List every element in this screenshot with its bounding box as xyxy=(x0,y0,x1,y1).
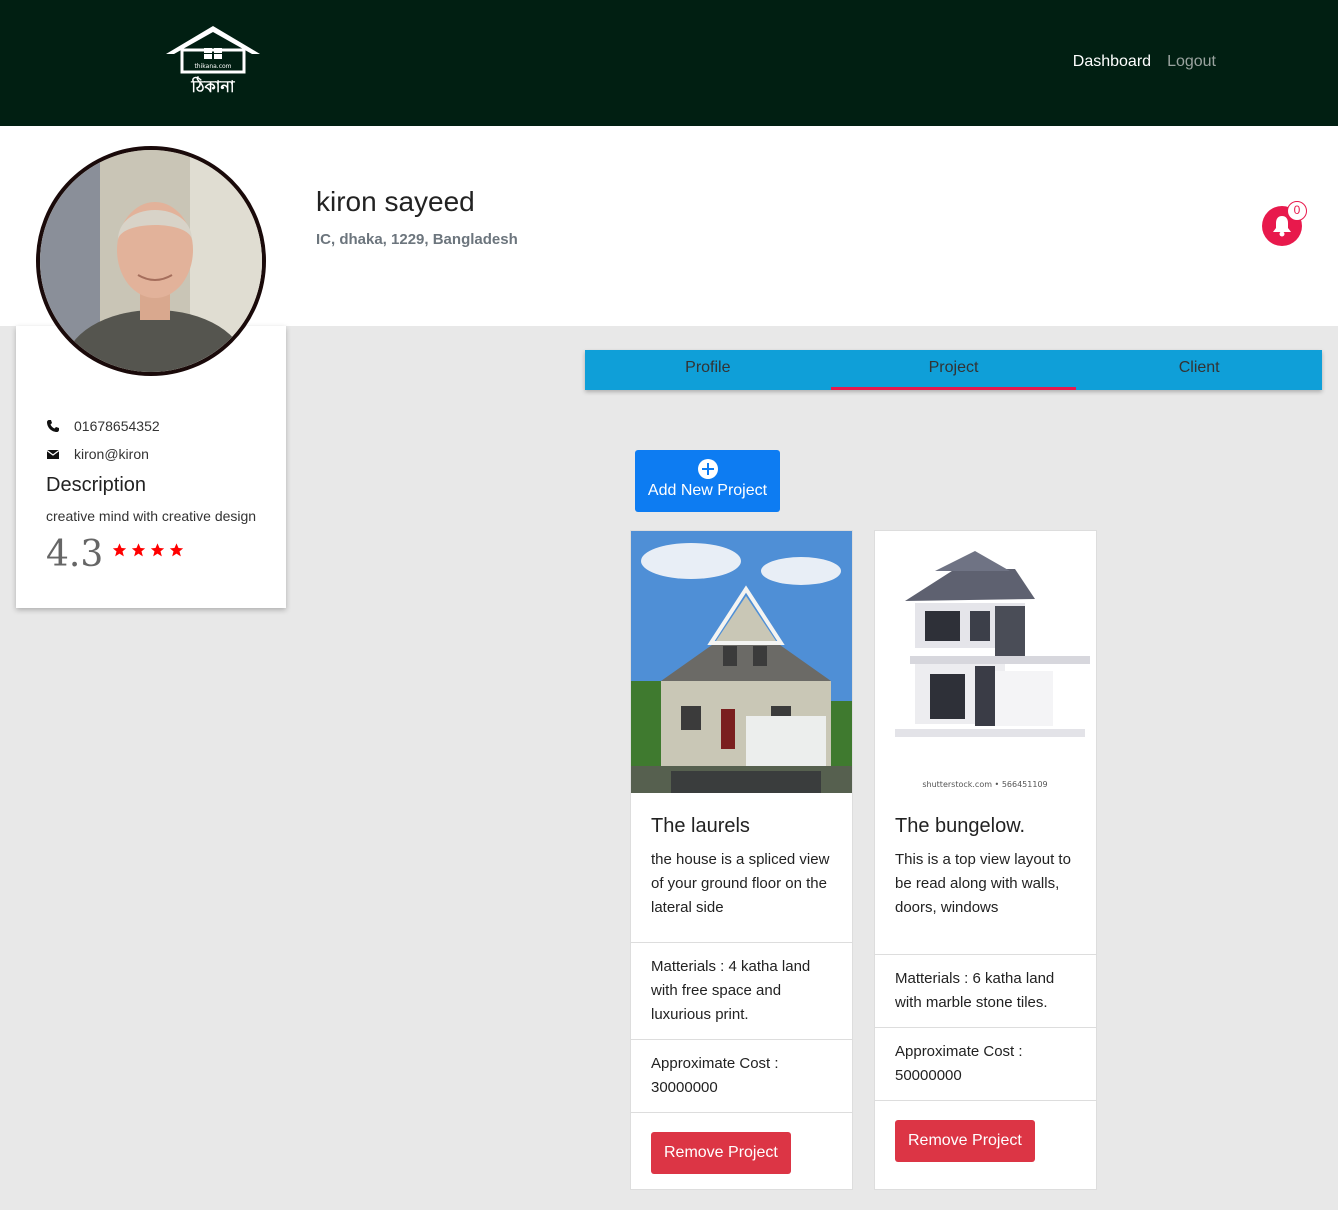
profile-name: kiron sayeed xyxy=(316,186,475,217)
project-materials: Matterials : 4 katha land with free spac… xyxy=(631,942,852,1039)
project-description: the house is a spliced view of your grou… xyxy=(651,851,830,916)
nav-dashboard-link[interactable]: Dashboard xyxy=(1073,53,1151,71)
project-body: The bungelow. This is a top view layout … xyxy=(875,793,1096,920)
phone-number: 01678654352 xyxy=(74,418,160,434)
remove-project-button[interactable]: Remove Project xyxy=(895,1120,1035,1162)
project-card: shutterstock.com • 566451109 The bungelo… xyxy=(874,530,1097,1190)
nav-logout-link[interactable]: Logout xyxy=(1167,53,1216,71)
star-icon xyxy=(170,542,184,556)
project-materials: Matterials : 6 katha land with marble st… xyxy=(875,954,1096,1027)
description-text: creative mind with creative design xyxy=(46,508,257,524)
svg-text:shutterstock.com • 566451109: shutterstock.com • 566451109 xyxy=(922,780,1047,789)
phone-icon xyxy=(47,420,59,432)
tab-project[interactable]: Project xyxy=(830,350,1077,390)
avatar xyxy=(36,146,266,376)
rating-value: 4.3 xyxy=(46,534,104,575)
remove-project-button[interactable]: Remove Project xyxy=(651,1132,791,1174)
project-title: The bungelow. xyxy=(895,815,1026,837)
add-project-label: Add New Project xyxy=(647,482,768,499)
star-icon xyxy=(151,542,165,556)
phone-row: 01678654352 xyxy=(46,418,160,434)
star-icon xyxy=(113,542,127,556)
email-address: kiron@kiron xyxy=(74,446,149,462)
envelope-icon xyxy=(46,450,60,459)
rating: 4.3 xyxy=(46,534,185,575)
project-image xyxy=(631,531,852,793)
bungalow-render: shutterstock.com • 566451109 xyxy=(875,531,1096,793)
profile-tabs: Profile Project Client xyxy=(585,350,1322,390)
house-photo xyxy=(631,531,852,793)
site-logo[interactable]: thikana.com ঠিকানা xyxy=(160,22,266,100)
svg-text:thikana.com: thikana.com xyxy=(194,63,231,70)
profile-address: IC, dhaka, 1229, Bangladesh xyxy=(316,231,518,248)
notification-count-badge: 0 xyxy=(1287,201,1307,221)
project-actions: Remove Project xyxy=(875,1100,1096,1174)
avatar-photo xyxy=(40,150,262,372)
plus-circle-icon xyxy=(697,459,718,479)
project-body: The laurels the house is a spliced view … xyxy=(631,793,852,920)
house-logo-icon: thikana.com xyxy=(166,26,260,74)
star-icon xyxy=(132,542,146,556)
bell-icon xyxy=(1273,216,1291,237)
project-image: shutterstock.com • 566451109 xyxy=(875,531,1096,793)
nav-links: Dashboard Logout xyxy=(1073,53,1216,71)
description-title: Description xyxy=(46,474,147,496)
project-card: The laurels the house is a spliced view … xyxy=(630,530,853,1190)
project-cost: Approximate Cost : 30000000 xyxy=(631,1039,852,1112)
tab-client[interactable]: Client xyxy=(1076,350,1322,390)
navbar: thikana.com ঠিকানা Dashboard Logout xyxy=(0,0,1338,126)
project-actions: Remove Project xyxy=(631,1112,852,1186)
email-row: kiron@kiron xyxy=(46,446,149,462)
add-project-button[interactable]: Add New Project xyxy=(635,450,780,512)
tab-profile[interactable]: Profile xyxy=(585,350,831,390)
rating-stars xyxy=(111,542,185,558)
project-title: The laurels xyxy=(651,815,750,837)
project-cost: Approximate Cost : 50000000 xyxy=(875,1027,1096,1100)
logo-text: ঠিকানা xyxy=(191,77,235,96)
project-description: This is a top view layout to be read alo… xyxy=(895,851,1071,916)
